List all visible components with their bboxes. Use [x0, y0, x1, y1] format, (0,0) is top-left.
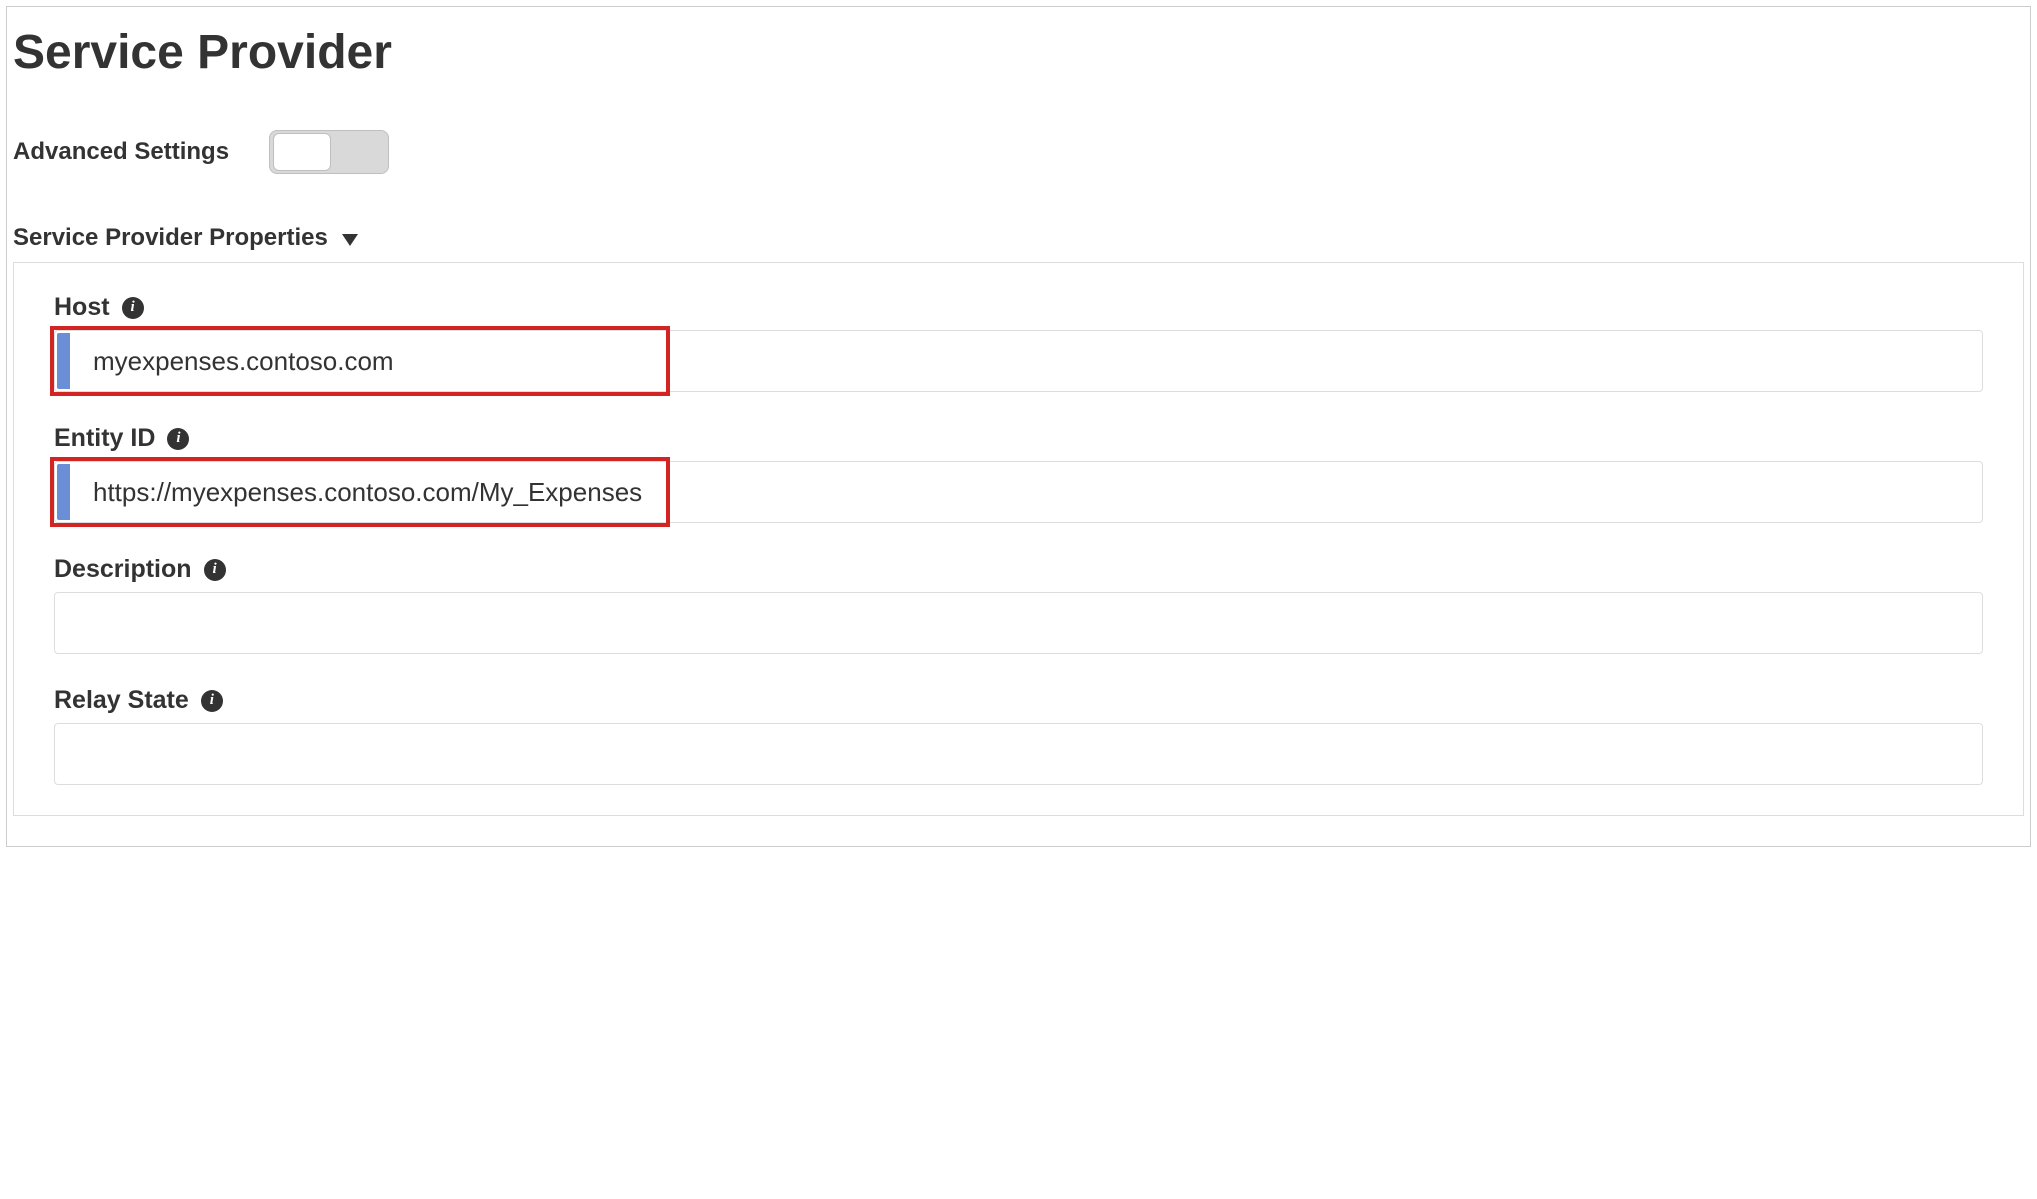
description-label: Description: [54, 555, 192, 584]
info-icon[interactable]: i: [204, 559, 226, 581]
section-title: Service Provider Properties: [13, 224, 328, 252]
description-field: Description i: [54, 555, 1983, 654]
advanced-settings-row: Advanced Settings: [7, 90, 2030, 194]
service-provider-container: Service Provider Advanced Settings Servi…: [6, 6, 2031, 847]
relay-state-label: Relay State: [54, 686, 189, 715]
description-input-wrap: [54, 592, 1983, 654]
advanced-settings-toggle[interactable]: [269, 130, 389, 174]
relay-state-label-row: Relay State i: [54, 686, 1983, 715]
info-icon[interactable]: i: [201, 690, 223, 712]
entity-id-label: Entity ID: [54, 424, 155, 453]
page-title: Service Provider: [7, 7, 2030, 90]
properties-panel: Host i Entity ID i Description i: [13, 262, 2024, 816]
description-input[interactable]: [54, 592, 1983, 654]
info-icon[interactable]: i: [167, 428, 189, 450]
entity-id-input-wrap: [54, 461, 1983, 523]
description-label-row: Description i: [54, 555, 1983, 584]
host-label: Host: [54, 293, 110, 322]
advanced-settings-label: Advanced Settings: [13, 138, 229, 166]
caret-down-icon: [342, 234, 358, 246]
toggle-knob: [273, 133, 331, 171]
relay-state-input-wrap: [54, 723, 1983, 785]
info-icon[interactable]: i: [122, 297, 144, 319]
host-input[interactable]: [54, 330, 1983, 392]
entity-id-input[interactable]: [54, 461, 1983, 523]
host-input-wrap: [54, 330, 1983, 392]
host-label-row: Host i: [54, 293, 1983, 322]
section-header[interactable]: Service Provider Properties: [7, 194, 2030, 262]
relay-state-field: Relay State i: [54, 686, 1983, 785]
entity-id-field: Entity ID i: [54, 424, 1983, 523]
relay-state-input[interactable]: [54, 723, 1983, 785]
entity-id-label-row: Entity ID i: [54, 424, 1983, 453]
host-field: Host i: [54, 293, 1983, 392]
